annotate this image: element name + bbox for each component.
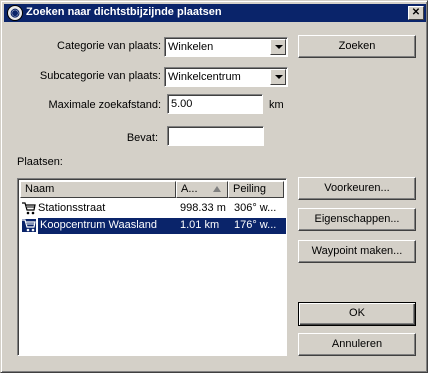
subcategory-value: Winkelcentrum: [168, 71, 241, 83]
close-button[interactable]: ✕: [408, 6, 424, 20]
subcategory-label: Subcategorie van plaats:: [39, 70, 161, 82]
preferences-button[interactable]: Voorkeuren...: [298, 177, 416, 200]
place-bearing: 176° w...: [234, 219, 277, 231]
column-header-bearing[interactable]: Peiling: [228, 181, 284, 198]
shopping-cart-icon: [22, 202, 36, 215]
place-distance: 1.01 km: [180, 219, 220, 231]
properties-button[interactable]: Eigenschappen...: [298, 208, 416, 231]
place-name: Stationsstraat: [38, 202, 106, 214]
sort-ascending-icon: [213, 186, 221, 192]
search-button[interactable]: Zoeken: [298, 35, 416, 58]
dialog-window: ◉ Zoeken naar dichtstbijzijnde plaatsen …: [0, 0, 428, 373]
subcategory-select[interactable]: Winkelcentrum: [164, 67, 288, 87]
category-label: Categorie van plaats:: [57, 40, 161, 52]
create-waypoint-button[interactable]: Waypoint maken...: [298, 240, 416, 263]
chevron-down-icon[interactable]: [270, 39, 286, 55]
contains-label: Bevat:: [126, 132, 158, 144]
globe-icon: ◉: [7, 5, 23, 21]
distance-field[interactable]: 5.00: [167, 94, 263, 114]
places-label: Plaatsen:: [17, 156, 63, 168]
list-item[interactable]: Stationsstraat 998.33 m 306° w...: [20, 201, 286, 217]
column-header-distance-label: A...: [181, 183, 198, 195]
cancel-button[interactable]: Annuleren: [298, 333, 416, 356]
category-select[interactable]: Winkelen: [164, 37, 288, 57]
category-value: Winkelen: [168, 41, 214, 53]
column-header-bearing-label: Peiling: [233, 183, 267, 195]
distance-label: Maximale zoekafstand:: [48, 99, 162, 111]
contains-field[interactable]: [167, 126, 264, 146]
column-header-name-label: Naam: [25, 183, 55, 195]
chevron-down-icon[interactable]: [270, 69, 286, 85]
window-title: Zoeken naar dichtstbijzijnde plaatsen: [26, 6, 222, 18]
title-bar[interactable]: ◉ Zoeken naar dichtstbijzijnde plaatsen …: [4, 4, 426, 22]
place-distance: 998.33 m: [180, 202, 226, 214]
column-header-name[interactable]: Naam: [20, 181, 176, 198]
shopping-cart-icon: [22, 219, 36, 232]
column-header-distance[interactable]: A...: [176, 181, 228, 198]
place-name: Koopcentrum Waasland: [40, 219, 157, 231]
distance-value: 5.00: [171, 98, 193, 110]
place-bearing: 306° w...: [234, 202, 277, 214]
places-list[interactable]: Naam A... Peiling Stationsstraat 998.33 …: [17, 178, 287, 356]
distance-unit: km: [269, 99, 284, 111]
ok-button[interactable]: OK: [298, 302, 416, 326]
list-item-selected[interactable]: Koopcentrum Waasland 1.01 km 176° w...: [20, 218, 286, 234]
